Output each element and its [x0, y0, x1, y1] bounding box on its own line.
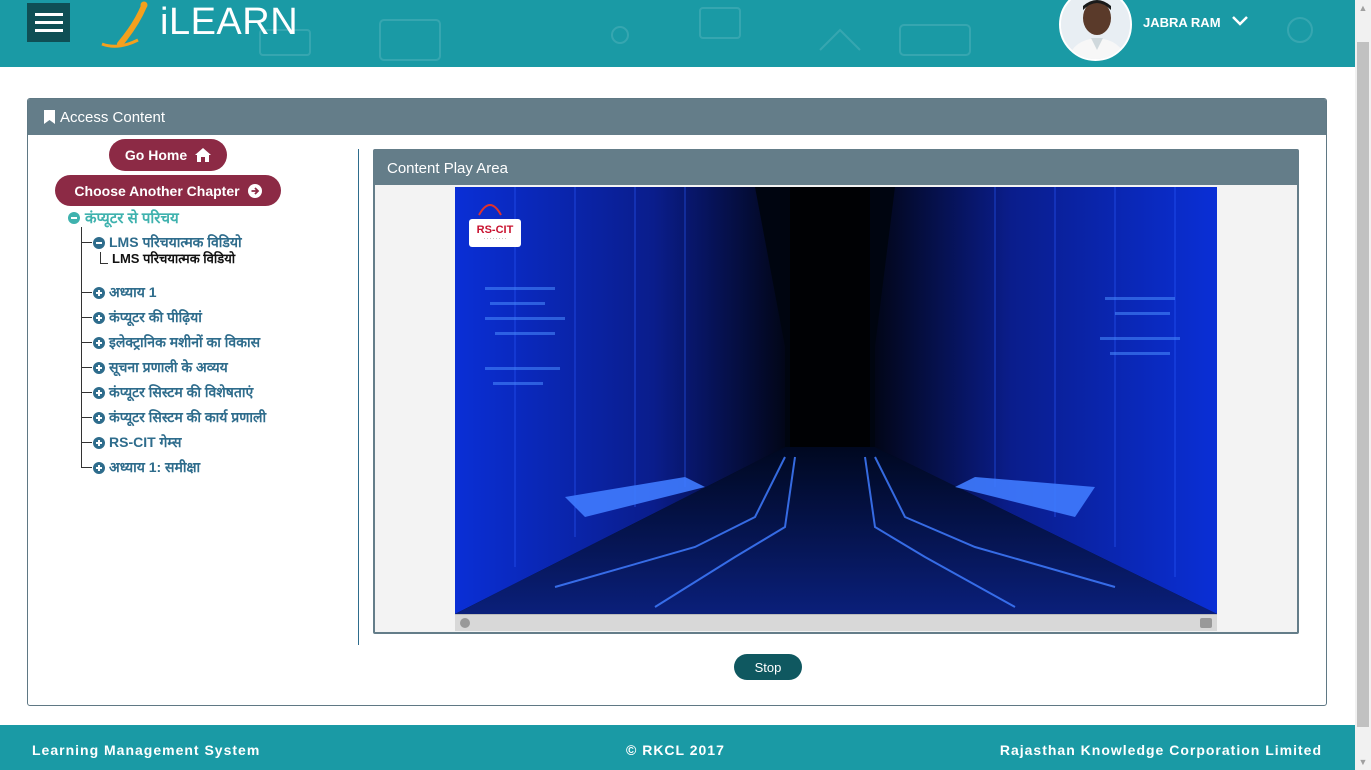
rscit-logo-subtext: · · · · · · · ·: [483, 235, 507, 242]
plus-circle-icon: [93, 286, 105, 299]
plus-circle-icon: [93, 411, 105, 424]
scrollbar-thumb[interactable]: [1357, 42, 1369, 727]
plus-circle-icon: [93, 461, 105, 474]
rscit-logo-text: RS-CIT: [476, 223, 514, 236]
scroll-down-icon[interactable]: ▼: [1355, 754, 1371, 770]
chapter-tree: कंप्यूटर से परिचय LMS परिचयात्मक विडियो …: [28, 99, 358, 499]
tree-item-label: कंप्यूटर सिस्टम की कार्य प्रणाली: [109, 409, 267, 425]
video-control-bar: [455, 614, 1217, 631]
tree-item-electronic-machines[interactable]: इलेक्ट्रानिक मशीनों का विकास: [81, 333, 260, 352]
logo-text: iLEARN: [160, 0, 299, 43]
user-name[interactable]: JABRA RAM: [1143, 15, 1221, 30]
tree-item-system-working[interactable]: कंप्यूटर सिस्टम की कार्य प्रणाली: [81, 408, 266, 427]
footer-left-text: Learning Management System: [32, 742, 261, 758]
stop-button[interactable]: Stop: [734, 654, 802, 680]
tree-item-label: कंप्यूटर सिस्टम की विशेषताएं: [109, 384, 254, 400]
tree-item-label: अध्याय 1: समीक्षा: [109, 459, 201, 475]
play-area-header: Content Play Area: [375, 151, 1297, 185]
footer-copyright: © RKCL 2017: [626, 742, 725, 758]
tree-item-chapter-1[interactable]: अध्याय 1: [81, 283, 157, 302]
tree-item-chapter-1-review[interactable]: अध्याय 1: समीक्षा: [81, 458, 200, 477]
chevron-down-icon[interactable]: [1231, 14, 1249, 28]
tree-item-system-features[interactable]: कंप्यूटर सिस्टम की विशेषताएं: [81, 383, 253, 402]
tree-item-computer-generations[interactable]: कंप्यूटर की पीढ़ियां: [81, 308, 202, 327]
video-back-icon[interactable]: [460, 618, 470, 628]
tree-root-computer-intro[interactable]: कंप्यूटर से परिचय: [68, 208, 179, 228]
tree-item-label: अध्याय 1: [109, 284, 157, 300]
tree-item-information-system[interactable]: सूचना प्रणाली के अव्यय: [81, 358, 228, 377]
plus-circle-icon: [93, 336, 105, 349]
scroll-up-icon[interactable]: ▲: [1355, 0, 1371, 16]
tree-item-label: कंप्यूटर की पीढ़ियां: [109, 309, 202, 325]
plus-circle-icon: [93, 386, 105, 399]
stop-label: Stop: [754, 659, 782, 675]
minus-circle-icon: [93, 236, 105, 249]
rscit-badge-icon: [478, 204, 502, 216]
app-header: iLEARN JABRA RAM: [0, 0, 1355, 67]
video-player[interactable]: RS-CIT · · · · · · · ·: [455, 187, 1217, 614]
panel-divider: [358, 149, 359, 645]
tree-leaf-label: LMS परिचयात्मक विडियो: [112, 251, 236, 266]
plus-circle-icon: [93, 311, 105, 324]
tree-item-rscit-games[interactable]: RS-CIT गेम्स: [81, 433, 181, 452]
tree-item-label: सूचना प्रणाली के अव्यय: [109, 359, 228, 375]
ilearn-logo[interactable]: iLEARN: [98, 0, 298, 50]
tree-item-label: इलेक्ट्रानिक मशीनों का विकास: [109, 334, 261, 350]
plus-circle-icon: [93, 361, 105, 374]
minus-circle-icon: [68, 212, 80, 224]
rscit-logo: RS-CIT · · · · · · · ·: [469, 219, 521, 247]
tree-item-label: RS-CIT गेम्स: [109, 434, 182, 450]
access-content-panel: Access Content Go Home Choose Another Ch…: [27, 98, 1327, 706]
play-area-title: Content Play Area: [387, 159, 508, 177]
logo-swoosh-icon: [101, 1, 148, 48]
hamburger-menu-icon[interactable]: [27, 3, 70, 42]
fullscreen-icon[interactable]: [1200, 618, 1212, 628]
tree-leaf-lms-video[interactable]: LMS परिचयात्मक विडियो: [100, 249, 235, 267]
content-play-area: Content Play Area RS-CIT · · · · · · · ·: [373, 149, 1299, 634]
video-frame-server-corridor: [455, 187, 1217, 614]
tree-root-label: कंप्यूटर से परिचय: [85, 210, 179, 227]
footer-right-text: Rajasthan Knowledge Corporation Limited: [999, 742, 1322, 758]
app-footer: Learning Management System © RKCL 2017 R…: [0, 725, 1355, 770]
plus-circle-icon: [93, 436, 105, 449]
page-scrollbar[interactable]: ▲ ▼: [1355, 0, 1371, 770]
